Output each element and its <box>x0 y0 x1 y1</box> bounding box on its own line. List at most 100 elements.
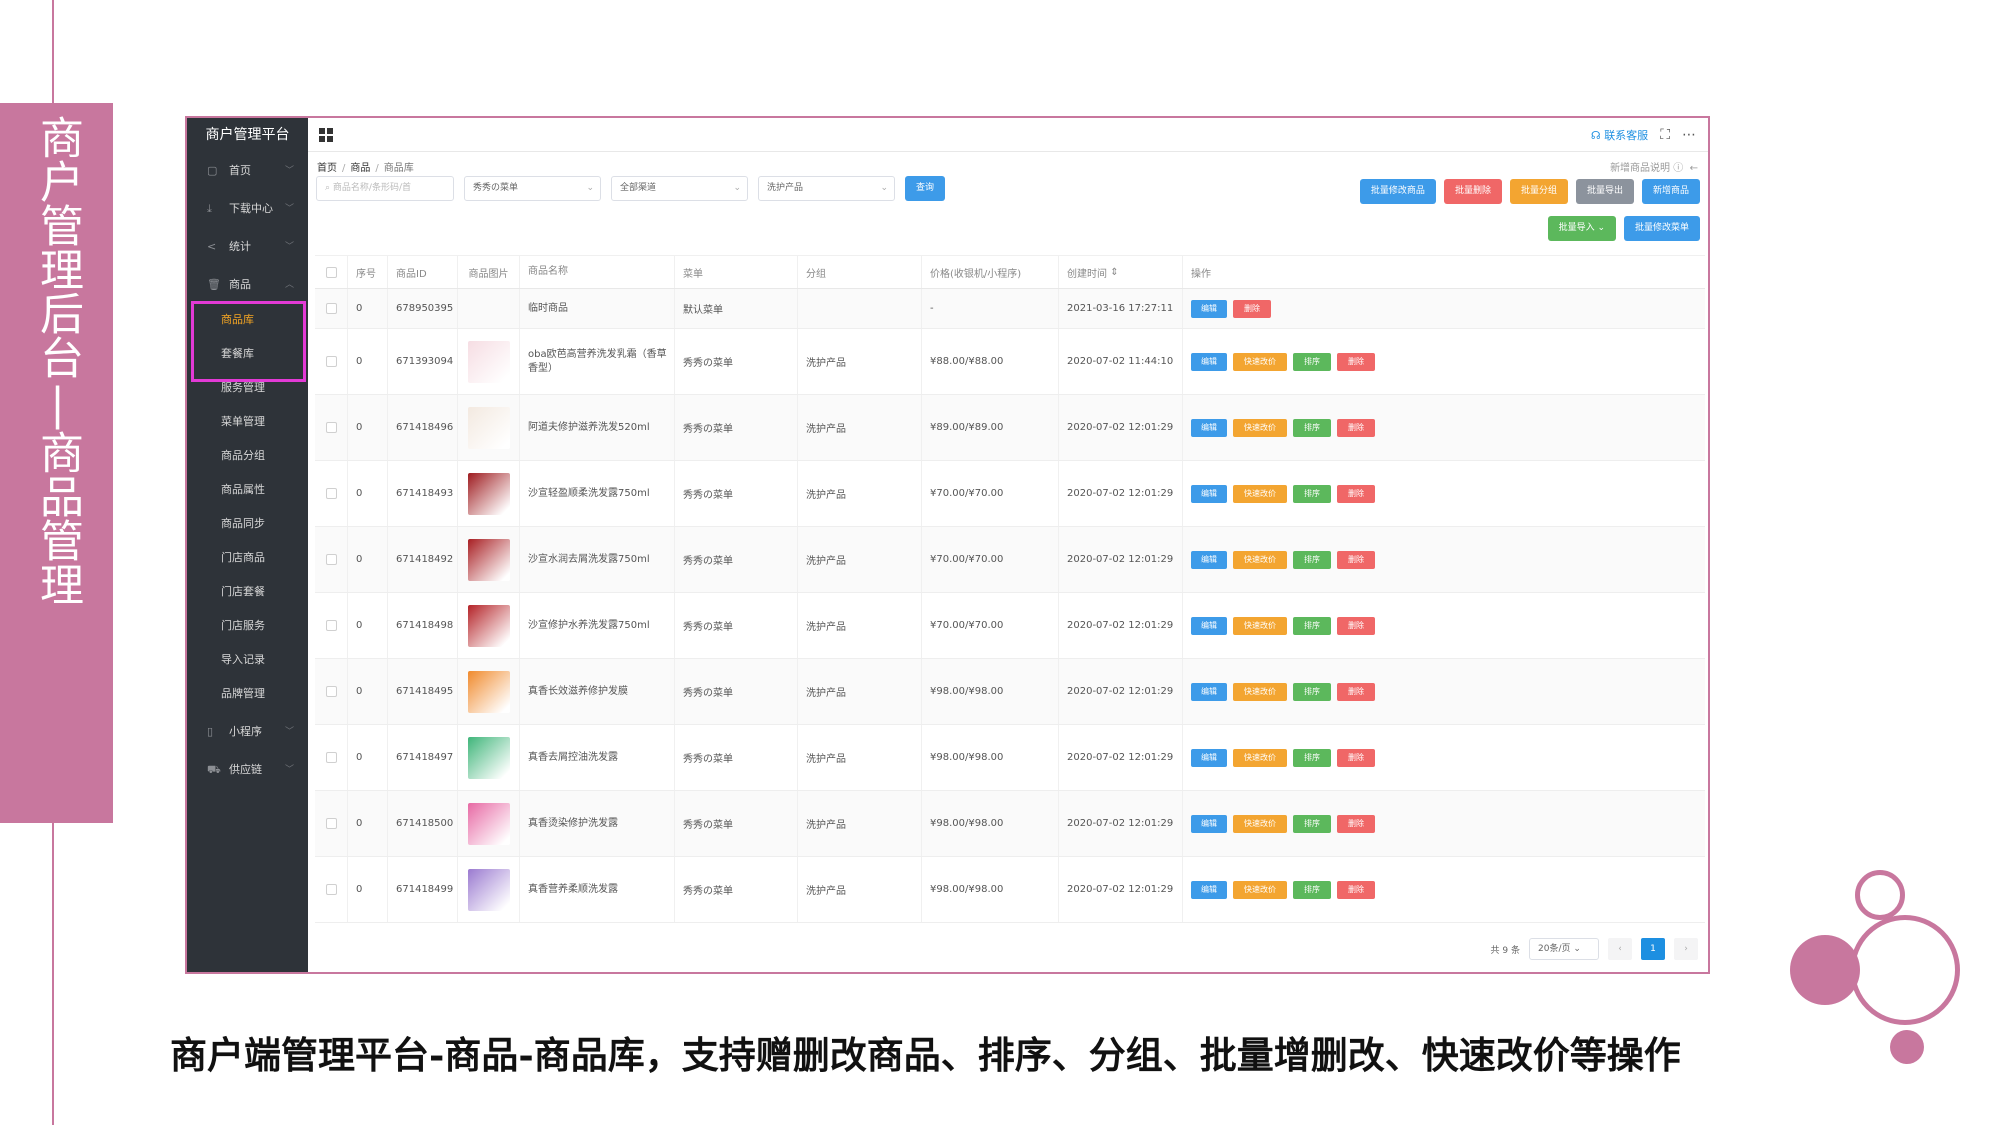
row-checkbox[interactable] <box>325 356 337 367</box>
sidebar-item-miniprogram[interactable]: ▯ 小程序 ﹀ <box>187 717 308 747</box>
edit-button[interactable]: 编辑 <box>1191 352 1227 371</box>
sort-button[interactable]: 排序 <box>1293 748 1331 767</box>
row-checkbox[interactable] <box>325 686 337 697</box>
apps-grid-icon[interactable] <box>319 128 333 142</box>
category-select[interactable]: 洗护产品 ⌄ <box>758 176 895 201</box>
page-number-button[interactable]: 1 <box>1641 938 1665 960</box>
sort-button[interactable]: 排序 <box>1293 880 1331 899</box>
delete-button[interactable]: 删除 <box>1337 682 1375 701</box>
sort-button[interactable]: 排序 <box>1293 814 1331 833</box>
add-goods-button[interactable]: 新增商品 <box>1641 179 1700 204</box>
row-checkbox[interactable] <box>325 620 337 631</box>
cell-menu: 秀秀の菜单 <box>675 791 798 856</box>
quick-price-button[interactable]: 快速改价 <box>1233 682 1287 701</box>
sort-button[interactable]: 排序 <box>1293 352 1331 371</box>
quick-price-button[interactable]: 快速改价 <box>1233 352 1287 371</box>
delete-button[interactable]: 删除 <box>1337 418 1375 437</box>
help-link[interactable]: 新增商品说明 ⓘ ← <box>1610 159 1698 174</box>
batch-delete-button[interactable]: 批量删除 <box>1443 179 1502 204</box>
breadcrumb-home[interactable]: 首页 <box>317 163 337 174</box>
cell-group: 洗护产品 <box>798 857 922 922</box>
row-checkbox[interactable] <box>325 752 337 763</box>
search-input[interactable]: ⌕ 商品名称/条形码/首 <box>316 176 454 201</box>
row-checkbox[interactable] <box>325 303 337 314</box>
quick-price-button[interactable]: 快速改价 <box>1233 880 1287 899</box>
batch-import-button[interactable]: 批量导入 ⌄ <box>1547 216 1616 241</box>
sidebar-item-home[interactable]: ▢ 首页 ﹀ <box>187 156 308 186</box>
query-button[interactable]: 查询 <box>905 176 946 201</box>
sidebar-sub-item[interactable]: 门店套餐 <box>187 577 308 607</box>
row-checkbox[interactable] <box>325 554 337 565</box>
delete-button[interactable]: 删除 <box>1337 550 1375 569</box>
cell-no: 0 <box>348 395 388 460</box>
edit-button[interactable]: 编辑 <box>1191 616 1227 635</box>
delete-button[interactable]: 删除 <box>1337 814 1375 833</box>
delete-button[interactable]: 删除 <box>1337 748 1375 767</box>
sidebar-item-goods[interactable]: 🗑 商品 ︿ <box>187 270 308 300</box>
edit-button[interactable]: 编辑 <box>1191 814 1227 833</box>
fullscreen-icon[interactable]: ⛶ <box>1660 127 1670 143</box>
contact-link[interactable]: ☊ 联系客服 <box>1591 127 1648 143</box>
edit-button[interactable]: 编辑 <box>1191 484 1227 503</box>
edit-button[interactable]: 编辑 <box>1191 550 1227 569</box>
row-checkbox[interactable] <box>325 422 337 433</box>
menu-select[interactable]: 秀秀の菜单 ⌄ <box>464 176 601 201</box>
table-row: 0 671418500 真香烫染修护洗发露 秀秀の菜单 洗护产品 ¥98.00/… <box>315 791 1705 857</box>
delete-button[interactable]: 删除 <box>1337 880 1375 899</box>
sidebar-sub-item[interactable]: 商品分组 <box>187 441 308 471</box>
breadcrumb-goods[interactable]: 商品 <box>350 163 370 174</box>
batch-export-button[interactable]: 批量导出 <box>1575 179 1634 204</box>
quick-price-button[interactable]: 快速改价 <box>1233 484 1287 503</box>
cell-name: 真香烫染修护洗发露 <box>520 791 675 856</box>
table-row: 0 671418499 真香营养柔顺洗发露 秀秀の菜单 洗护产品 ¥98.00/… <box>315 857 1705 923</box>
cell-id: 671418500 <box>388 791 458 856</box>
sidebar-sub-item[interactable]: 门店服务 <box>187 611 308 641</box>
sidebar-sub-item[interactable]: 菜单管理 <box>187 407 308 437</box>
delete-button[interactable]: 删除 <box>1337 352 1375 371</box>
sidebar-sub-item[interactable]: 门店商品 <box>187 543 308 573</box>
more-icon[interactable]: ⋯ <box>1682 127 1696 143</box>
page-size-select[interactable]: 20条/页 ⌄ <box>1529 938 1599 960</box>
sidebar-item-stats[interactable]: < 统计 ﹀ <box>187 232 308 262</box>
sidebar-sub-item[interactable]: 导入记录 <box>187 645 308 675</box>
edit-button[interactable]: 编辑 <box>1191 748 1227 767</box>
sort-button[interactable]: 排序 <box>1293 550 1331 569</box>
batch-edit-menu-button[interactable]: 批量修改菜单 <box>1623 216 1700 241</box>
sidebar-item-download[interactable]: ⤓ 下载中心 ﹀ <box>187 194 308 224</box>
edit-button[interactable]: 编辑 <box>1191 682 1227 701</box>
quick-price-button[interactable]: 快速改价 <box>1233 748 1287 767</box>
table-header: 序号 商品ID 商品图片 商品名称 菜单 分组 价格(收银机/小程序) 创建时间… <box>315 255 1705 289</box>
table-row: 0 671418493 沙宣轻盈顺柔洗发露750ml 秀秀の菜单 洗护产品 ¥7… <box>315 461 1705 527</box>
next-page-button[interactable]: › <box>1674 938 1698 960</box>
select-all-checkbox[interactable] <box>325 266 337 278</box>
cell-price: ¥98.00/¥98.00 <box>922 791 1059 856</box>
cell-name: 真香去屑控油洗发露 <box>520 725 675 790</box>
sort-button[interactable]: 排序 <box>1293 484 1331 503</box>
delete-button[interactable]: 删除 <box>1233 299 1271 318</box>
edit-button[interactable]: 编辑 <box>1191 880 1227 899</box>
edit-button[interactable]: 编辑 <box>1191 418 1227 437</box>
quick-price-button[interactable]: 快速改价 <box>1233 616 1287 635</box>
row-checkbox[interactable] <box>325 884 337 895</box>
batch-group-button[interactable]: 批量分组 <box>1509 179 1568 204</box>
sidebar-item-supply[interactable]: ⛟ 供应链 ﹀ <box>187 755 308 785</box>
row-checkbox[interactable] <box>325 818 337 829</box>
quick-price-button[interactable]: 快速改价 <box>1233 418 1287 437</box>
sidebar-sub-item[interactable]: 商品同步 <box>187 509 308 539</box>
sort-button[interactable]: 排序 <box>1293 418 1331 437</box>
quick-price-button[interactable]: 快速改价 <box>1233 550 1287 569</box>
sidebar-sub-item[interactable]: 品牌管理 <box>187 679 308 709</box>
sort-button[interactable]: 排序 <box>1293 616 1331 635</box>
sidebar-sub-item[interactable]: 商品属性 <box>187 475 308 505</box>
back-arrow-icon[interactable]: ← <box>1690 163 1698 174</box>
batch-edit-button[interactable]: 批量修改商品 <box>1359 179 1436 204</box>
sort-button[interactable]: 排序 <box>1293 682 1331 701</box>
edit-button[interactable]: 编辑 <box>1191 299 1227 318</box>
channel-select[interactable]: 全部渠道 ⌄ <box>611 176 748 201</box>
prev-page-button[interactable]: ‹ <box>1608 938 1632 960</box>
row-checkbox[interactable] <box>325 488 337 499</box>
delete-button[interactable]: 删除 <box>1337 616 1375 635</box>
quick-price-button[interactable]: 快速改价 <box>1233 814 1287 833</box>
delete-button[interactable]: 删除 <box>1337 484 1375 503</box>
col-header-sortable[interactable]: 创建时间 ⇕ <box>1059 256 1183 288</box>
